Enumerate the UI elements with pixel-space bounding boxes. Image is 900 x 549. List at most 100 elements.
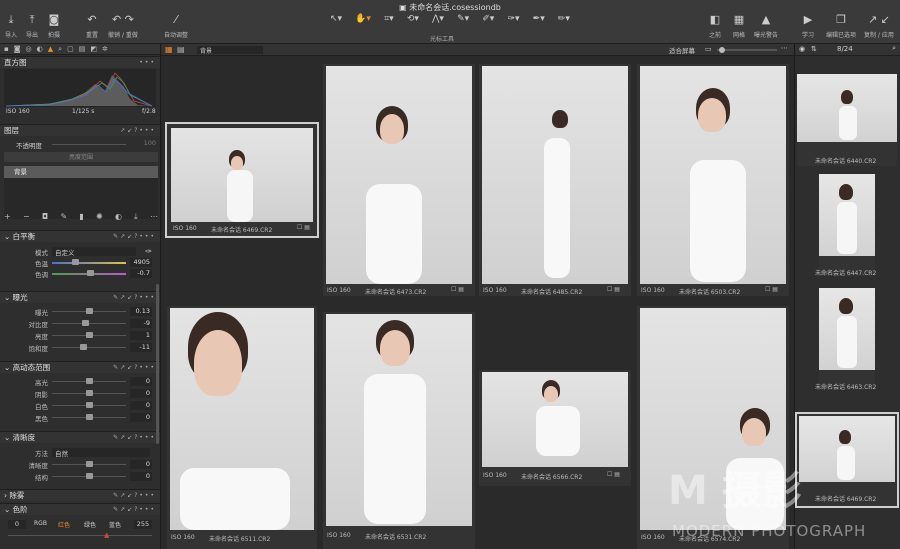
clarity-header[interactable]: ⌄ 清晰度 ✎↗↙?••• xyxy=(0,431,160,443)
grid-button[interactable]: ▦ 网格 xyxy=(733,14,745,40)
filmstrip-item[interactable]: 未命名会话 6463.CR2 xyxy=(815,288,876,391)
clarity-tools-icon[interactable]: ✎↗↙?••• xyxy=(113,434,156,441)
white-balance-header[interactable]: ⌄ 白平衡 ✎↗↙?••• xyxy=(0,230,160,242)
eyedropper-icon[interactable]: ✑▾ xyxy=(507,14,519,28)
export-button[interactable]: ⤒ 导出 xyxy=(26,14,38,40)
wb-tint-value[interactable]: -0.7 xyxy=(130,269,152,278)
exposure-tools-icon[interactable]: ✎↗↙?••• xyxy=(113,294,156,301)
slider-knob[interactable] xyxy=(86,473,93,479)
levels-high-value[interactable]: 255 xyxy=(134,520,152,529)
remove-layer-icon[interactable]: − xyxy=(23,212,30,222)
lens-tab-icon[interactable]: ◎ xyxy=(26,45,32,53)
highlights-value[interactable]: 0 xyxy=(130,377,152,386)
levels-tools-icon[interactable]: ✎↗↙?••• xyxy=(113,506,156,513)
crop-icon[interactable]: ⌗▾ xyxy=(384,14,394,28)
annotate-icon[interactable]: ✏▾ xyxy=(558,14,570,28)
capture-button[interactable]: ◙ 拍摄 xyxy=(48,14,60,40)
settings-tab-icon[interactable]: ✲ xyxy=(102,45,108,53)
metadata-tab-icon[interactable]: ▤ xyxy=(79,45,86,53)
camera-tab-icon[interactable]: ◙ xyxy=(14,45,21,53)
wb-picker-icon[interactable]: ✑ xyxy=(145,247,152,256)
thumbnail[interactable]: ISO 160 未命名会话 6566.CR2 ☐ ▤ xyxy=(479,370,631,486)
levels-low-value[interactable]: 0 xyxy=(8,520,26,529)
filmstrip-item[interactable]: 未命名会话 6447.CR2 xyxy=(815,174,876,277)
slider-knob[interactable] xyxy=(72,259,79,265)
hdr-header[interactable]: ⌄ 高动态范围 ✎↗↙?••• xyxy=(0,361,160,373)
dehaze-header[interactable]: › 除雾 ✎↗↙?••• xyxy=(0,489,160,501)
whites-value[interactable]: 0 xyxy=(130,401,152,410)
luma-range-button[interactable]: 亮度范围 xyxy=(4,152,158,162)
structure-value[interactable]: 0 xyxy=(130,472,152,481)
layers-header[interactable]: 图层 ↗↙?••• xyxy=(0,124,160,136)
slider-knob[interactable] xyxy=(87,270,94,276)
clarity-value[interactable]: 0 xyxy=(130,460,152,469)
folder-tab-icon[interactable]: ▪ xyxy=(4,45,9,53)
auto-adjust-button[interactable]: ⁄ 自动调整 xyxy=(164,14,188,40)
more-icon[interactable]: ••• xyxy=(139,59,156,66)
panel-scrollbar[interactable] xyxy=(156,284,159,444)
slider-knob[interactable] xyxy=(82,320,89,326)
layer-tools-icon[interactable]: ↗↙?••• xyxy=(120,127,156,134)
exposure-warning-button[interactable]: ▲ 曝光警告 xyxy=(754,14,778,40)
gradient-icon[interactable]: ▮ xyxy=(79,212,83,222)
hdr-tools-icon[interactable]: ✎↗↙?••• xyxy=(113,364,156,371)
thumbnail[interactable]: ISO 160 未命名会话 6503.CR2 ☐ ▤ xyxy=(637,64,789,296)
wb-temp-value[interactable]: 4905 xyxy=(130,258,152,267)
levels-green-tab[interactable]: 绿色 xyxy=(84,520,96,529)
histogram-header[interactable]: 直方图 ••• xyxy=(0,56,160,68)
output-tab-icon[interactable]: ◩ xyxy=(90,45,97,53)
brush-icon[interactable]: ✐▾ xyxy=(482,14,494,28)
opacity-value[interactable]: 100 xyxy=(144,139,156,147)
zoom-slider[interactable] xyxy=(717,49,777,51)
mask-icon[interactable]: ◘ xyxy=(42,212,48,222)
color-tab-icon[interactable]: ◐ xyxy=(37,45,43,53)
exposure-tab-icon[interactable]: ▲ xyxy=(48,45,53,53)
checkbox-icon[interactable]: ☐ ▤ xyxy=(451,286,464,293)
grid-view-icon[interactable]: ▦ xyxy=(165,45,173,54)
rotate-icon[interactable]: ⟲▾ xyxy=(407,14,419,28)
saturation-slider[interactable] xyxy=(52,347,126,348)
layer-select[interactable]: 背景 xyxy=(197,46,263,55)
slider-knob[interactable] xyxy=(86,378,93,384)
brightness-value[interactable]: 1 xyxy=(130,331,152,340)
select-cursor-icon[interactable]: ↖▾ xyxy=(330,14,342,28)
learn-button[interactable]: ▶ 学习 xyxy=(802,14,814,40)
wb-mode-select[interactable]: 自定义 xyxy=(52,247,136,257)
blacks-value[interactable]: 0 xyxy=(130,413,152,422)
before-button[interactable]: ◧ 之前 xyxy=(709,14,721,40)
levels-header[interactable]: ⌄ 色阶 ✎↗↙?••• xyxy=(0,503,160,515)
fill-icon[interactable]: ⤓ xyxy=(134,212,138,222)
levels-rgb-tab[interactable]: RGB xyxy=(34,520,47,527)
brush-mask-icon[interactable]: ✎ xyxy=(60,212,67,222)
contrast-value[interactable]: -9 xyxy=(130,319,152,328)
clarity-method-select[interactable]: 自然 xyxy=(52,448,150,458)
levels-red-tab[interactable]: 红色 xyxy=(58,520,70,529)
radial-icon[interactable]: ✺ xyxy=(96,212,103,222)
layer-more-icon[interactable]: ⋯ xyxy=(150,212,158,222)
add-layer-icon[interactable]: + xyxy=(4,212,11,222)
reset-button[interactable]: ↶ 重置 xyxy=(86,14,98,40)
checkbox-icon[interactable]: ☐ ▤ xyxy=(607,286,620,293)
background-layer-row[interactable]: 背景 xyxy=(4,166,158,178)
copy-apply-button[interactable]: ↗ ↙ 复制 / 应用 xyxy=(864,14,894,40)
thumbnail[interactable]: ISO 160 未命名会话 6511.CR2 xyxy=(167,306,317,549)
levels-blue-tab[interactable]: 蓝色 xyxy=(109,520,121,529)
opacity-slider[interactable] xyxy=(52,144,126,145)
checkbox-icon[interactable]: ☐ ▤ xyxy=(765,286,778,293)
edit-selected-button[interactable]: ❐ 编辑已选项 xyxy=(826,14,856,40)
saturation-value[interactable]: -11 xyxy=(130,343,152,352)
eye-icon[interactable]: ◉ xyxy=(799,45,805,53)
import-button[interactable]: ⤓ 导入 xyxy=(5,14,17,40)
more-icon[interactable]: ⋯ xyxy=(781,44,788,52)
heal-icon[interactable]: ✒▾ xyxy=(533,14,545,28)
fit-screen-label[interactable]: 适合屏幕 xyxy=(669,45,695,55)
wb-temp-slider[interactable] xyxy=(52,262,126,264)
undo-redo-button[interactable]: ↶ ↷ 撤销 / 重做 xyxy=(108,14,138,40)
pan-cursor-icon[interactable]: ✋▾ xyxy=(355,14,371,28)
picker-icon[interactable]: ✎▾ xyxy=(457,14,469,28)
contrast-slider[interactable] xyxy=(52,323,126,324)
keystone-icon[interactable]: ⋀▾ xyxy=(432,14,444,28)
filmstrip-item[interactable]: 未命名会话 6440.CR2 xyxy=(797,74,897,166)
slider-knob[interactable] xyxy=(86,308,93,314)
slider-knob[interactable] xyxy=(86,332,93,338)
